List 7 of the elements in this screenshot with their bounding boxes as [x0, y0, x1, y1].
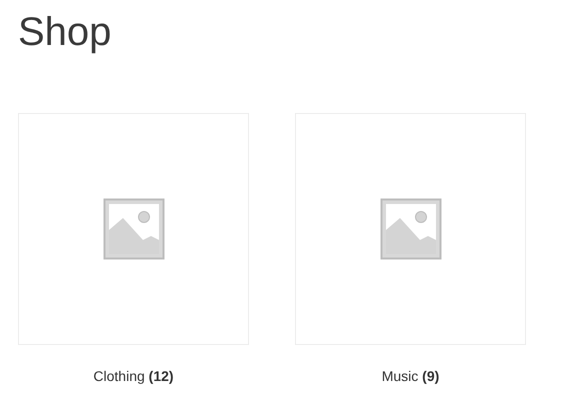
image-placeholder-icon — [102, 198, 164, 260]
category-image[interactable] — [18, 113, 249, 345]
image-placeholder-icon — [380, 198, 442, 260]
page-title: Shop — [18, 9, 112, 56]
category-link[interactable]: Clothing (12) — [93, 368, 174, 384]
category-image[interactable] — [295, 113, 526, 345]
category-link[interactable]: Music (9) — [382, 368, 440, 384]
